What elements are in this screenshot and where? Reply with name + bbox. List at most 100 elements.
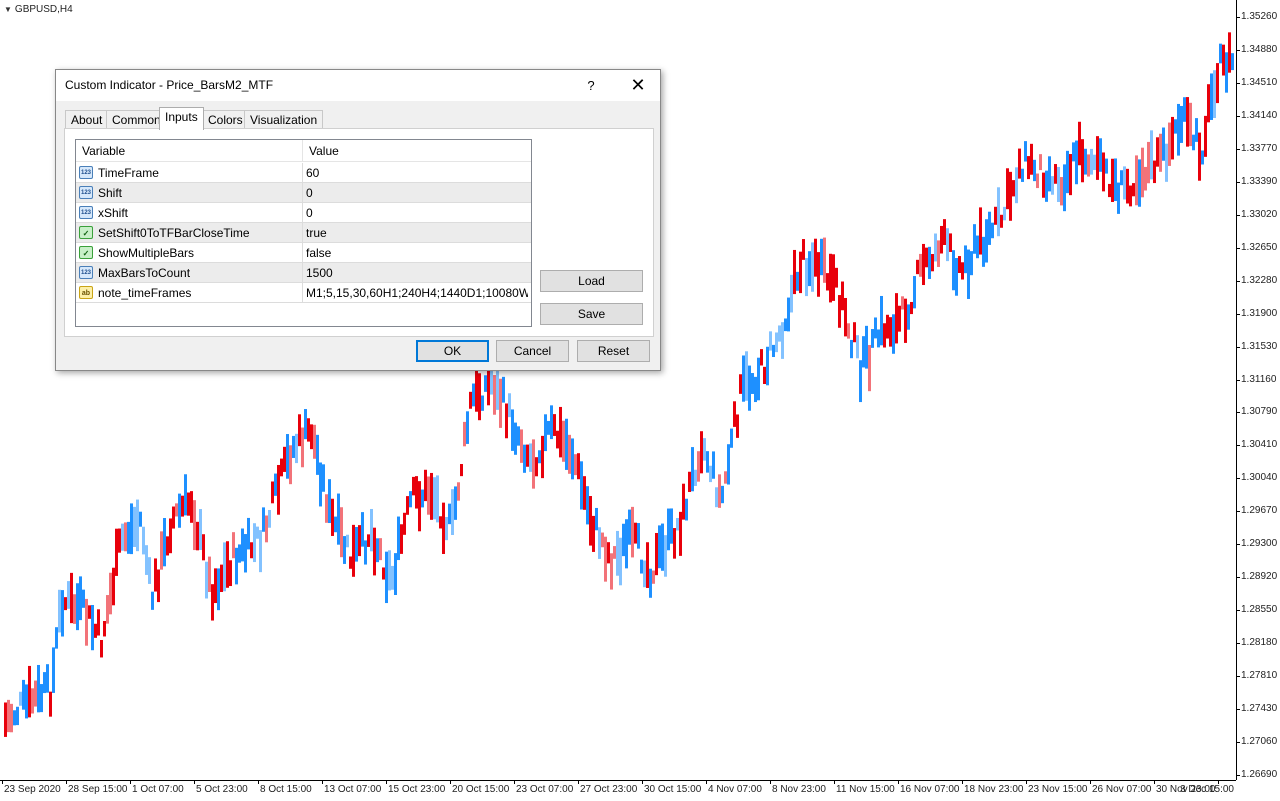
price-bar (121, 523, 124, 551)
price-bar (814, 238, 817, 277)
price-bar (706, 451, 709, 473)
variable-value[interactable]: 0 (306, 183, 528, 203)
price-bar (580, 461, 583, 510)
price-bar (1129, 185, 1132, 207)
price-bar (289, 445, 292, 485)
price-bar (868, 344, 871, 392)
price-bar (412, 476, 415, 496)
price-bar (742, 355, 745, 402)
column-header-variable[interactable]: Variable (76, 140, 303, 162)
price-bar (1210, 73, 1213, 120)
price-label: 1.28180 (1241, 637, 1278, 649)
price-bar (298, 414, 301, 447)
price-bar (661, 523, 664, 571)
price-bar (700, 431, 703, 474)
price-bar (454, 486, 457, 520)
variable-value[interactable]: M1;5,15,30,60H1;240H4;1440D1;10080W1... (306, 283, 528, 303)
price-bar (448, 503, 451, 525)
price-bar (856, 335, 859, 359)
price-bar (1156, 137, 1159, 167)
price-bar (703, 438, 706, 461)
int-icon: 123 (79, 266, 93, 279)
price-tick (1237, 412, 1240, 414)
price-bar (556, 430, 559, 449)
time-tick (514, 781, 515, 784)
variable-value[interactable]: false (306, 243, 528, 263)
inputs-grid[interactable]: Variable Value 123 TimeFrame 60 123 Shift 0 12… (75, 139, 532, 327)
price-bar (1111, 158, 1114, 202)
price-bar (964, 245, 967, 274)
price-bar (238, 544, 241, 563)
ok-button[interactable]: OK (416, 340, 489, 362)
price-bar (754, 376, 757, 403)
tab-inputs[interactable]: Inputs (159, 107, 204, 130)
variable-name: TimeFrame (98, 166, 159, 180)
price-bar (430, 472, 433, 520)
price-bar (181, 495, 184, 517)
price-bar (49, 691, 52, 717)
close-button[interactable]: ✕ (616, 70, 660, 101)
price-bar (640, 559, 643, 574)
price-bar (88, 605, 91, 619)
variable-value[interactable]: 0 (306, 203, 528, 223)
price-bar (544, 414, 547, 452)
price-bar (310, 424, 313, 450)
price-bar (1078, 121, 1081, 166)
input-row[interactable]: ✓ SetShift0ToTFBarCloseTime true (76, 223, 531, 243)
time-tick (450, 781, 451, 784)
variable-value[interactable]: 1500 (306, 263, 528, 283)
input-row[interactable]: 123 TimeFrame 60 (76, 163, 531, 183)
price-bar (151, 591, 154, 610)
price-bar (1177, 103, 1180, 156)
price-bar (235, 547, 238, 585)
price-bar (841, 281, 844, 311)
price-bar (940, 225, 943, 254)
price-bar (805, 258, 808, 297)
int-icon: 123 (79, 206, 93, 219)
custom-indicator-dialog: Custom Indicator - Price_BarsM2_MTF ? ✕ … (55, 69, 661, 371)
tab-about[interactable]: About (65, 110, 109, 129)
column-header-value[interactable]: Value (303, 140, 531, 162)
save-button[interactable]: Save (540, 303, 643, 325)
price-bar (1102, 152, 1105, 192)
price-tick (1237, 17, 1240, 18)
price-bar (1174, 119, 1177, 134)
price-bar (667, 508, 670, 551)
price-bar (154, 558, 157, 592)
price-bar (220, 564, 223, 592)
time-tick (386, 781, 387, 784)
price-bar (1117, 182, 1120, 214)
load-button[interactable]: Load (540, 270, 643, 292)
price-bar (1090, 148, 1093, 175)
tab-common[interactable]: Common (106, 110, 167, 129)
cancel-button[interactable]: Cancel (496, 340, 569, 362)
price-bar (19, 691, 22, 706)
price-bar (967, 249, 970, 299)
price-bar (409, 491, 412, 508)
price-label: 1.29300 (1241, 538, 1278, 550)
variable-value[interactable]: true (306, 223, 528, 243)
price-bar (70, 572, 73, 624)
input-row[interactable]: 123 Shift 0 (76, 183, 531, 203)
dialog-titlebar[interactable]: Custom Indicator - Price_BarsM2_MTF ? ✕ (56, 70, 660, 101)
column-divider (302, 163, 303, 183)
price-bar (484, 375, 487, 392)
price-bar (1048, 156, 1051, 192)
input-row[interactable]: 123 xShift 0 (76, 203, 531, 223)
price-bar (103, 620, 106, 637)
price-bar (871, 329, 874, 348)
input-row[interactable]: ab note_timeFrames M1;5,15,30,60H1;240H4;1… (76, 283, 531, 303)
input-row[interactable]: 123 MaxBarsToCount 1500 (76, 263, 531, 283)
input-row[interactable]: ✓ ShowMultipleBars false (76, 243, 531, 263)
variable-value[interactable]: 60 (306, 163, 528, 183)
time-label: 5 Oct 23:00 (196, 784, 248, 795)
help-button[interactable]: ? (576, 70, 606, 101)
price-bar (172, 506, 175, 529)
tab-visualization[interactable]: Visualization (244, 110, 324, 129)
reset-button[interactable]: Reset (577, 340, 650, 362)
price-bar (1126, 168, 1129, 204)
time-label: 23 Sep 2020 (4, 784, 61, 795)
tab-colors[interactable]: Colors (202, 110, 249, 129)
price-bar (880, 295, 883, 346)
price-bar (1219, 43, 1222, 64)
